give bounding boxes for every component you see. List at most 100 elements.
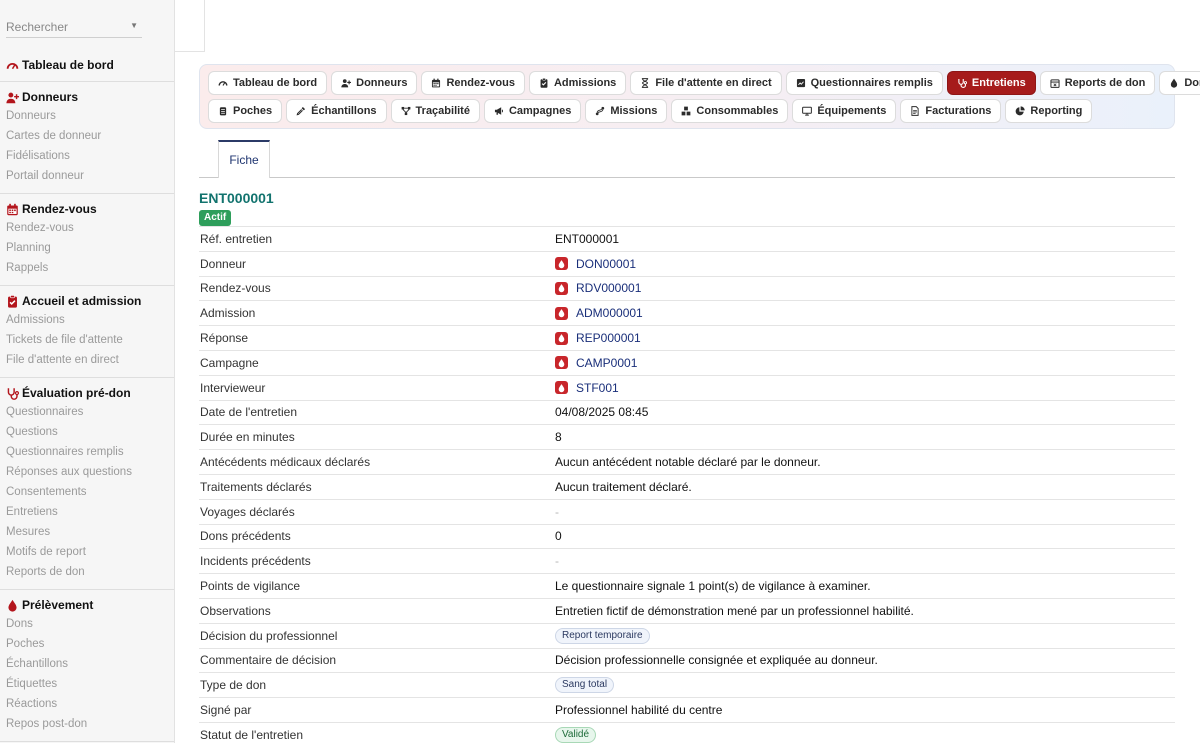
sidebar-item-rappels[interactable]: Rappels (0, 258, 174, 278)
tab-rendez-vous[interactable]: Rendez-vous (421, 71, 525, 95)
search-input[interactable] (6, 19, 126, 34)
sidebar-header-tableau-de-bord[interactable]: Tableau de bord (0, 56, 174, 74)
field-value: Validé (555, 726, 1175, 743)
sidebar-header-accueil-et-admission[interactable]: Accueil et admission (0, 292, 174, 310)
tab-label: Consommables (696, 105, 779, 117)
field-row-incidents-precedents: Incidents précédents - (199, 548, 1175, 573)
tab-dons[interactable]: Dons (1159, 71, 1200, 95)
tab-donneurs[interactable]: Donneurs (331, 71, 418, 95)
record-link[interactable]: RDV000001 (576, 281, 641, 295)
sidebar-item-echantillons[interactable]: Échantillons (0, 654, 174, 674)
field-row-dons-precedents: Dons précédents 0 (199, 523, 1175, 549)
field-label: Réponse (200, 331, 249, 346)
sidebar-item-fidelisations[interactable]: Fidélisations (0, 146, 174, 166)
blood-drop-icon (555, 381, 568, 395)
user-plus-icon (6, 91, 19, 104)
sidebar-item-reactions[interactable]: Réactions (0, 694, 174, 714)
sidebar-header-label: Accueil et admission (22, 294, 142, 308)
field-label: Donneur (200, 256, 247, 271)
user-plus-icon (341, 78, 352, 88)
sidebar-item-dons[interactable]: Dons (0, 614, 174, 634)
tab-entretiens[interactable]: Entretiens (946, 71, 1036, 95)
record-link[interactable]: STF001 (576, 381, 619, 395)
tab-facturations[interactable]: Facturations (900, 99, 1002, 123)
pie-chart-icon (1015, 106, 1026, 116)
tab-questionnaires-remplis[interactable]: Questionnaires remplis (785, 71, 943, 95)
field-label: Décision du professionnel (200, 628, 338, 643)
record-link[interactable]: REP000001 (576, 331, 641, 345)
sidebar-item-poches[interactable]: Poches (0, 634, 174, 654)
gauge-icon (6, 59, 19, 72)
field-row-ref-entretien: Réf. entretien ENT000001 (199, 226, 1175, 251)
tab-tracabilite[interactable]: Traçabilité (390, 99, 480, 123)
blood-drop-icon (555, 306, 568, 320)
tab-reports-de-don[interactable]: Reports de don (1039, 71, 1156, 95)
sidebar-header-donneurs[interactable]: Donneurs (0, 88, 174, 106)
tab-consommables[interactable]: Consommables (671, 99, 789, 123)
sidebar-item-repos-post-don[interactable]: Repos post-don (0, 714, 174, 734)
record-fields: Réf. entretien ENT000001 Donneur DON00001 Re… (199, 226, 1175, 747)
tab-echantillons[interactable]: Échantillons (286, 99, 387, 123)
tab-tableau-de-bord[interactable]: Tableau de bord (208, 71, 328, 95)
field-label: Intervieweur (200, 380, 266, 395)
tab-equipements[interactable]: Équipements (792, 99, 897, 123)
value-text: 8 (555, 430, 562, 445)
subtab-fiche[interactable]: Fiche (218, 140, 270, 178)
chevron-down-icon[interactable]: ▼ (130, 21, 138, 30)
sidebar-item-etiquettes[interactable]: Étiquettes (0, 674, 174, 694)
field-value: ENT000001 (555, 232, 1175, 246)
sidebar-item-rendez-vous[interactable]: Rendez-vous (0, 218, 174, 238)
sidebar-item-reponses-aux-questions[interactable]: Réponses aux questions (0, 462, 174, 482)
sidebar-item-reports-de-don[interactable]: Reports de don (0, 562, 174, 582)
drop-icon (1169, 78, 1179, 88)
tab-campagnes[interactable]: Campagnes (483, 99, 582, 123)
blood-drop-icon (555, 331, 568, 345)
sidebar-item-planning[interactable]: Planning (0, 238, 174, 258)
value-text: - (555, 504, 559, 519)
field-row-admission: Admission ADM000001 (199, 300, 1175, 325)
network-icon (401, 106, 411, 116)
sidebar-item-admissions[interactable]: Admissions (0, 310, 174, 330)
tab-label: Équipements (817, 105, 887, 117)
sidebar-header-evaluation-pre-don[interactable]: Évaluation pré-don (0, 384, 174, 402)
sidebar-item-mesures[interactable]: Mesures (0, 522, 174, 542)
sidebar-item-questionnaires-remplis[interactable]: Questionnaires remplis (0, 442, 174, 462)
sidebar-item-motifs-de-report[interactable]: Motifs de report (0, 542, 174, 562)
field-value: REP000001 (555, 331, 1175, 345)
sidebar-item-questions[interactable]: Questions (0, 422, 174, 442)
sidebar-item-entretiens[interactable]: Entretiens (0, 502, 174, 522)
field-label: Statut de l'entretien (200, 727, 304, 742)
sidebar-item-file-d-attente-en-direct[interactable]: File d'attente en direct (0, 350, 174, 370)
record-link[interactable]: ADM000001 (576, 306, 643, 320)
tab-missions[interactable]: Missions (585, 99, 668, 123)
sidebar-header-label: Tableau de bord (22, 58, 114, 72)
sidebar-item-consentements[interactable]: Consentements (0, 482, 174, 502)
sidebar-item-portail-donneur[interactable]: Portail donneur (0, 166, 174, 186)
calendar-x-icon (1050, 78, 1060, 88)
sidebar-item-questionnaires[interactable]: Questionnaires (0, 402, 174, 422)
hourglass-icon (640, 78, 650, 88)
record-link[interactable]: DON00001 (576, 257, 636, 271)
field-value: Aucun antécédent notable déclaré par le … (555, 455, 1175, 469)
sidebar-header-rendez-vous[interactable]: Rendez-vous (0, 200, 174, 218)
value-text: Aucun traitement déclaré. (555, 479, 692, 494)
sidebar-item-donneurs[interactable]: Donneurs (0, 106, 174, 126)
tab-reporting[interactable]: Reporting (1005, 99, 1093, 123)
field-value: Décision professionnelle consignée et ex… (555, 653, 1175, 667)
sidebar-section-evaluation-pre-don: Évaluation pré-don Questionnaires Question… (0, 378, 174, 590)
value-text: 04/08/2025 08:45 (555, 405, 649, 420)
field-row-reponse: Réponse REP000001 (199, 325, 1175, 350)
field-row-points-de-vigilance: Points de vigilance Le questionnaire sign… (199, 573, 1175, 598)
tab-poches[interactable]: Poches (208, 99, 283, 123)
sidebar-header-prelevement[interactable]: Prélèvement (0, 596, 174, 614)
bag-icon (218, 106, 228, 116)
field-row-duree-en-minutes: Durée en minutes 8 (199, 424, 1175, 449)
field-label: Traitements déclarés (200, 479, 312, 494)
tab-file-d-attente-en-direct[interactable]: File d'attente en direct (630, 71, 782, 95)
sidebar-item-cartes-de-donneur[interactable]: Cartes de donneur (0, 126, 174, 146)
sidebar: ▼ Tableau de bordDonneursDonneursCartes … (0, 0, 175, 743)
sidebar-item-tickets-de-file-d-attente[interactable]: Tickets de file d'attente (0, 330, 174, 350)
record-link[interactable]: CAMP0001 (576, 356, 637, 370)
tab-admissions[interactable]: Admissions (528, 71, 627, 95)
sidebar-header-label: Donneurs (22, 90, 79, 104)
